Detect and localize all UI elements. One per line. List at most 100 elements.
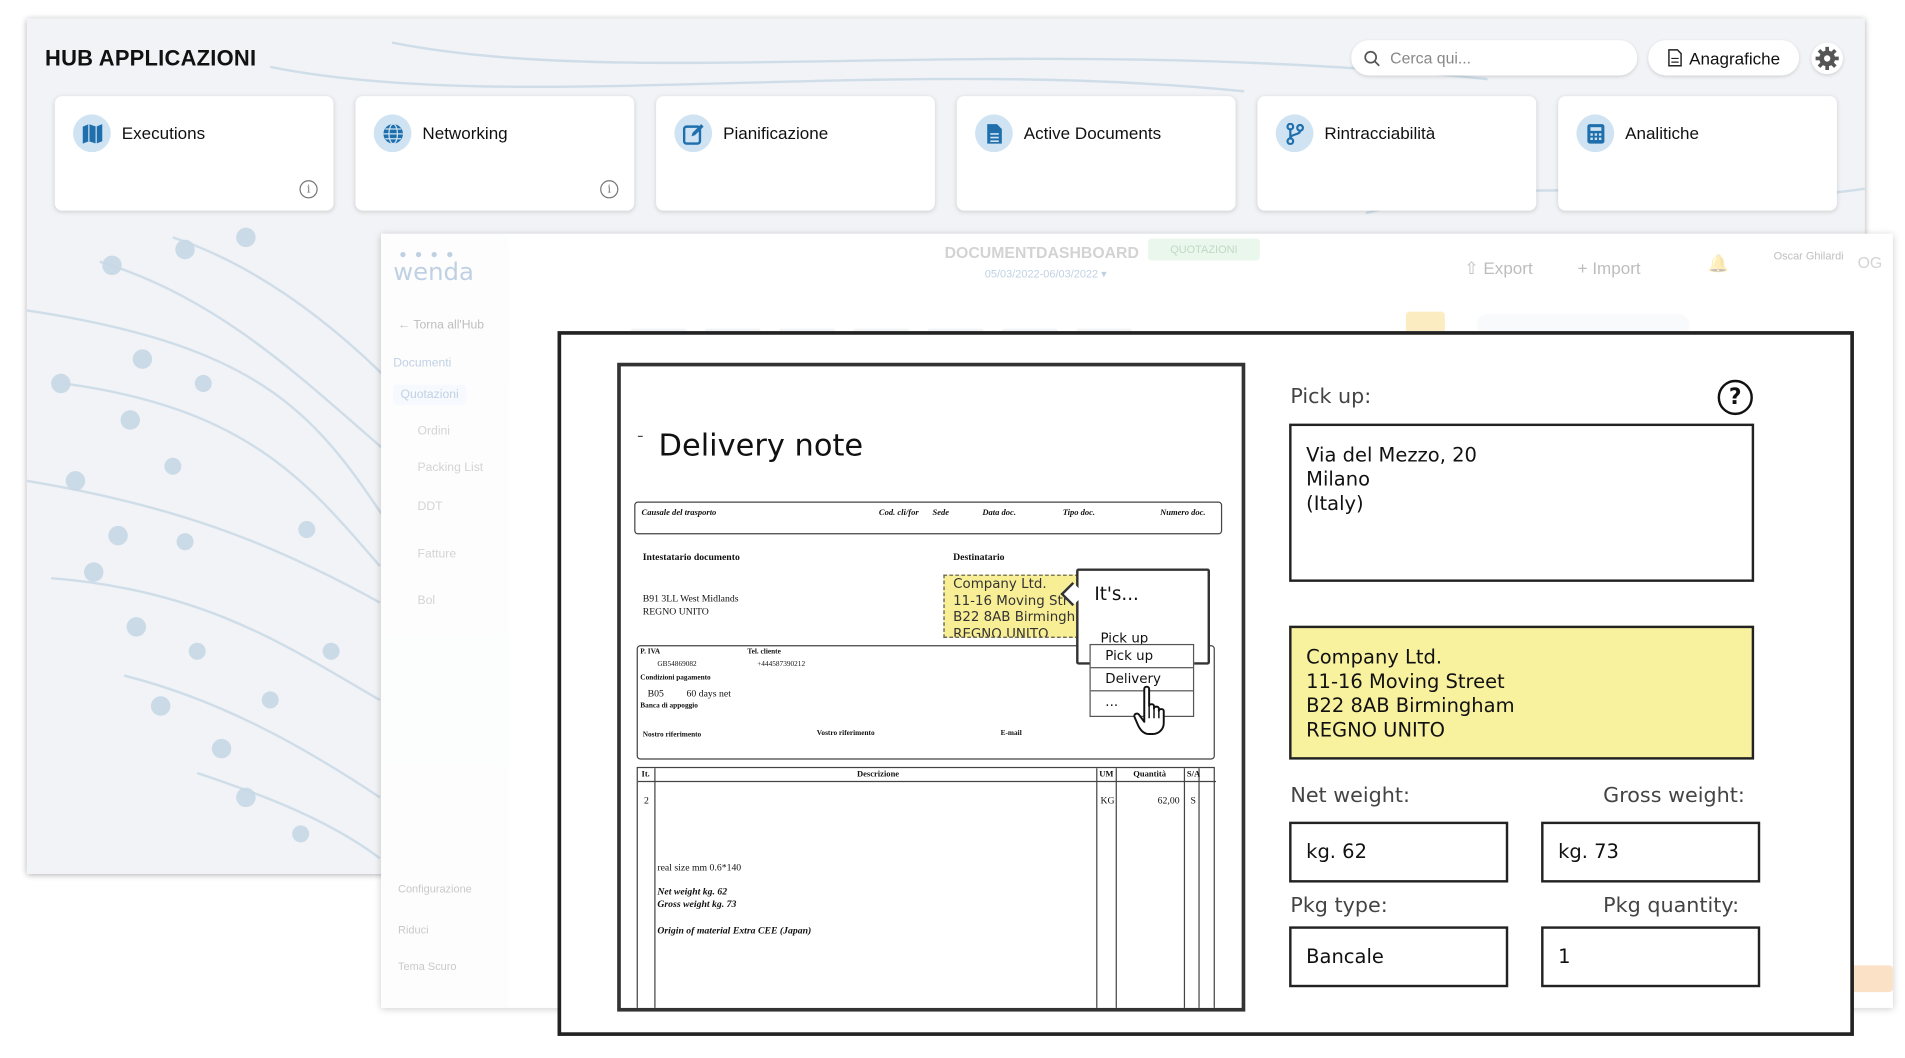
app-cards: Executions i Networking i Pianificazione [54,96,1840,211]
app-card-label: Analitiche [1625,122,1699,143]
export-label: Export [1483,258,1533,278]
wenda-logo: wenda [393,256,474,287]
header-field: Data doc. [982,507,1016,518]
table-header: S/A [1186,769,1201,780]
delivery-address-line: B22 8AB Birmingham [1306,693,1515,717]
info-icon[interactable]: i [600,180,619,199]
branch-icon [1275,114,1314,153]
status-badge: QUOTAZIONI [1147,238,1260,261]
app-card-rintracciabilita[interactable]: Rintracciabilità [1257,96,1537,211]
pickup-label: Pick up: [1290,384,1372,410]
search-bar[interactable] [1351,40,1638,76]
highlighted-address-selection[interactable]: Company Ltd. 11-16 Moving Str B22 8AB Bi… [943,574,1085,638]
table-cell: 62,00 [1157,794,1180,806]
anagrafiche-button[interactable]: Anagrafiche [1648,40,1800,76]
sidebar-item-packing-list[interactable]: Packing List [418,461,484,474]
app-card-label: Pianificazione [723,122,829,143]
hub-title: HUB APPLICAZIONI [45,46,257,71]
pickup-address-line: Via del Mezzo, 20 [1306,443,1477,467]
edit-icon [674,114,713,153]
destinatario-label: Destinatario [953,551,1005,563]
sidebar-item-ordini[interactable]: Ordini [418,425,450,438]
pickup-address-line: (Italy) [1306,491,1364,515]
app-card-label: Rintracciabilità [1324,122,1436,143]
back-to-hub-link[interactable]: ← Torna all'Hub [398,319,484,332]
app-card-analitiche[interactable]: Analitiche [1558,96,1837,211]
app-card-label: Networking [422,122,508,143]
action-button[interactable] [1847,965,1893,993]
table-header: UM [1099,769,1114,780]
tel-value: +444587390212 [757,660,806,669]
table-header: Quantità [1133,769,1166,780]
help-icon[interactable]: ? [1717,379,1753,416]
document-icon [1667,49,1682,67]
gross-weight-field[interactable]: kg. 73 [1541,821,1761,883]
import-button[interactable]: + Import [1578,258,1641,277]
pickup-address-field[interactable]: Via del Mezzo, 20 Milano (Italy) [1289,423,1755,582]
anagrafiche-label: Anagrafiche [1689,48,1781,68]
globe-icon [373,114,412,153]
item-note: Net weight kg. 62 [657,886,728,898]
pkg-quantity-label: Pkg quantity: [1603,893,1740,918]
pkg-type-field[interactable]: Bancale [1289,926,1509,988]
hand-cursor-icon [1133,685,1165,736]
vostro-riferimento-label: Vostro riferimento [816,730,875,738]
search-icon [1364,50,1380,66]
intestatario-line: B91 3LL West Midlands [642,592,739,604]
net-weight-field[interactable]: kg. 62 [1289,821,1509,883]
sidebar-tema-scuro[interactable]: Tema Scuro [398,960,456,972]
popup-title: It's... [1094,583,1139,605]
table-header: It. [641,769,650,780]
title-bold: DOCUMENT [944,243,1037,262]
delivery-address-line: REGNO UNITO [1306,718,1445,742]
payment-terms-code: B05 [647,687,664,699]
gross-weight-label: Gross weight: [1603,783,1745,809]
sidebar-riduci[interactable]: Riduci [398,924,428,936]
document-title: Delivery note [658,427,864,463]
avatar[interactable]: OG [1858,253,1883,271]
highlight-line: REGNO UNITO [953,625,1049,638]
calculator-icon [1576,114,1615,153]
sidebar-configurazione[interactable]: Configurazione [398,883,472,895]
settings-button[interactable] [1811,42,1843,75]
item-note: Gross weight kg. 73 [657,898,737,910]
import-label: Import [1592,258,1641,278]
app-card-executions[interactable]: Executions i [54,96,334,211]
payment-terms-value: 60 days net [686,687,731,699]
info-icon[interactable]: i [299,180,318,199]
app-card-pianificazione[interactable]: Pianificazione [656,96,935,211]
search-input[interactable] [1390,48,1622,67]
bell-icon[interactable]: 🔔 [1708,253,1729,274]
sidebar-item-fatture[interactable]: Fatture [418,548,457,561]
document-items-table: It. Descrizione UM Quantità S/A 2 KG 62,… [636,766,1217,1008]
gear-icon [1815,46,1839,70]
pkg-type-label: Pkg type: [1290,893,1388,918]
intestatario-line: REGNO UNITO [642,606,709,618]
delivery-note-document: Delivery note Causale del trasporto Cod.… [617,362,1246,1012]
back-to-hub-label: Torna all'Hub [413,318,485,333]
delivery-address-field[interactable]: Company Ltd. 11-16 Moving Street B22 8AB… [1289,625,1755,760]
sidebar-item-ddt[interactable]: DDT [418,500,443,513]
header-field: Numero doc. [1160,507,1206,518]
app-card-label: Executions [121,122,206,143]
date-range-selector[interactable]: 05/03/2022-06/03/2022 ▾ [985,268,1107,281]
pkg-quantity-field[interactable]: 1 [1541,926,1761,988]
header-field: Causale del trasporto [641,507,717,518]
email-label: E-mail [1000,730,1022,738]
document-icon [975,114,1013,153]
delivery-address-line: Company Ltd. [1306,645,1443,669]
user-name: Oscar Ghilardi [1773,249,1844,262]
sidebar-item-bol[interactable]: Bol [418,594,436,607]
net-weight-label: Net weight: [1290,783,1410,809]
app-card-networking[interactable]: Networking i [355,96,635,211]
app-card-active-documents[interactable]: Active Documents [956,96,1236,211]
payment-terms-label: Condizioni pagamento [640,674,711,682]
dropdown-option-pickup[interactable]: Pick up [1090,645,1193,669]
sidebar-item-quotazioni[interactable]: Quotazioni [393,384,466,406]
table-cell: KG [1100,794,1115,806]
piva-value: GB54869082 [657,660,697,669]
header-field: Cod. cli/for [878,507,919,518]
table-cell: 2 [643,794,649,806]
map-icon [73,114,111,153]
export-button[interactable]: ⇧ Export [1464,258,1532,279]
